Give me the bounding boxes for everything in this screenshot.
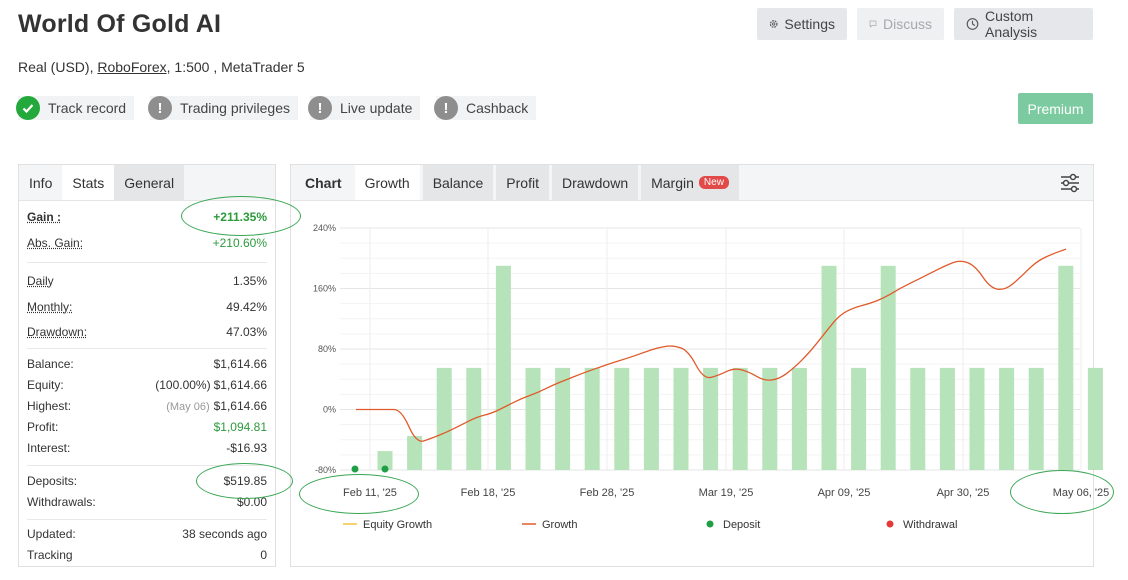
- bar: [495, 265, 511, 470]
- bar: [880, 265, 896, 470]
- y-tick-label: -80%: [315, 465, 336, 475]
- highlight-ellipse: [1010, 470, 1114, 514]
- bar: [1058, 265, 1074, 470]
- legend-label: Equity Growth: [363, 519, 432, 531]
- x-tick-label: Feb 18, '25: [461, 487, 516, 499]
- bar: [1087, 367, 1103, 470]
- y-tick-label: 240%: [313, 223, 336, 233]
- y-tick-label: 160%: [313, 284, 336, 294]
- deposit-marker: [351, 465, 359, 473]
- bar: [762, 367, 778, 470]
- x-tick-label: Mar 19, '25: [699, 487, 754, 499]
- highlight-ellipse: [196, 463, 293, 499]
- growth-chart: 240%160%80%0%-80% Feb 11, '25 Feb 18, '25…: [313, 223, 1109, 531]
- bar: [851, 367, 867, 470]
- bar: [703, 367, 719, 470]
- bar: [821, 265, 837, 470]
- bar: [525, 367, 541, 470]
- bar: [939, 367, 955, 470]
- legend-label: Growth: [542, 519, 577, 531]
- x-tick-label: Apr 30, '25: [937, 487, 990, 499]
- x-tick-label: Apr 09, '25: [818, 487, 871, 499]
- deposit-marker: [381, 465, 389, 473]
- y-tick-label: 0%: [323, 405, 336, 415]
- legend-swatch: [886, 520, 894, 528]
- bar: [436, 367, 452, 470]
- bar: [732, 367, 748, 470]
- bar: [999, 367, 1015, 470]
- bar: [614, 367, 630, 470]
- y-tick-label: 80%: [318, 344, 336, 354]
- legend-label: Withdrawal: [903, 519, 957, 531]
- bar: [584, 367, 600, 470]
- bar: [791, 367, 807, 470]
- legend-label: Deposit: [723, 519, 760, 531]
- bar: [910, 367, 926, 470]
- bar: [673, 367, 689, 470]
- x-tick-label: Feb 28, '25: [580, 487, 635, 499]
- legend-swatch: [706, 520, 714, 528]
- bar: [969, 367, 985, 470]
- highlight-ellipse: [181, 196, 301, 236]
- highlight-ellipse: [299, 474, 419, 514]
- bar: [643, 367, 659, 470]
- bar: [1028, 367, 1044, 470]
